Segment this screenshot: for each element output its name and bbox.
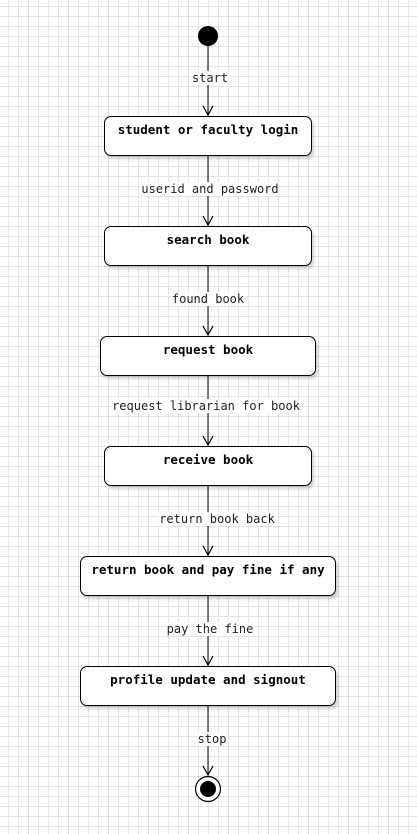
initial-node <box>198 26 218 46</box>
transition-label-return-book-back: return book back <box>158 512 276 526</box>
activity-student-or-faculty-login: student or faculty login <box>104 116 312 156</box>
transition-label-userid-and-password: userid and password <box>140 182 280 196</box>
activity-label: student or faculty login <box>117 122 299 137</box>
transition-label-pay-the-fine: pay the fine <box>165 622 255 636</box>
activity-return-book-and-pay-fine: return book and pay fine if any <box>80 556 336 596</box>
transition-label-request-librarian: request librarian for book <box>111 399 301 413</box>
transition-label-found-book: found book <box>170 292 246 306</box>
activity-label: search book <box>166 232 250 247</box>
activity-label: profile update and signout <box>110 672 306 687</box>
final-node <box>194 775 222 803</box>
activity-label: return book and pay fine if any <box>91 562 325 577</box>
activity-request-book: request book <box>100 336 316 376</box>
activity-search-book: search book <box>104 226 312 266</box>
activity-receive-book: receive book <box>104 446 312 486</box>
activity-label: request book <box>162 342 254 357</box>
transition-label-stop: stop <box>196 732 228 746</box>
transition-label-start: start <box>190 71 230 85</box>
activity-profile-update-and-signout: profile update and signout <box>80 666 336 706</box>
activity-label: receive book <box>162 452 254 467</box>
